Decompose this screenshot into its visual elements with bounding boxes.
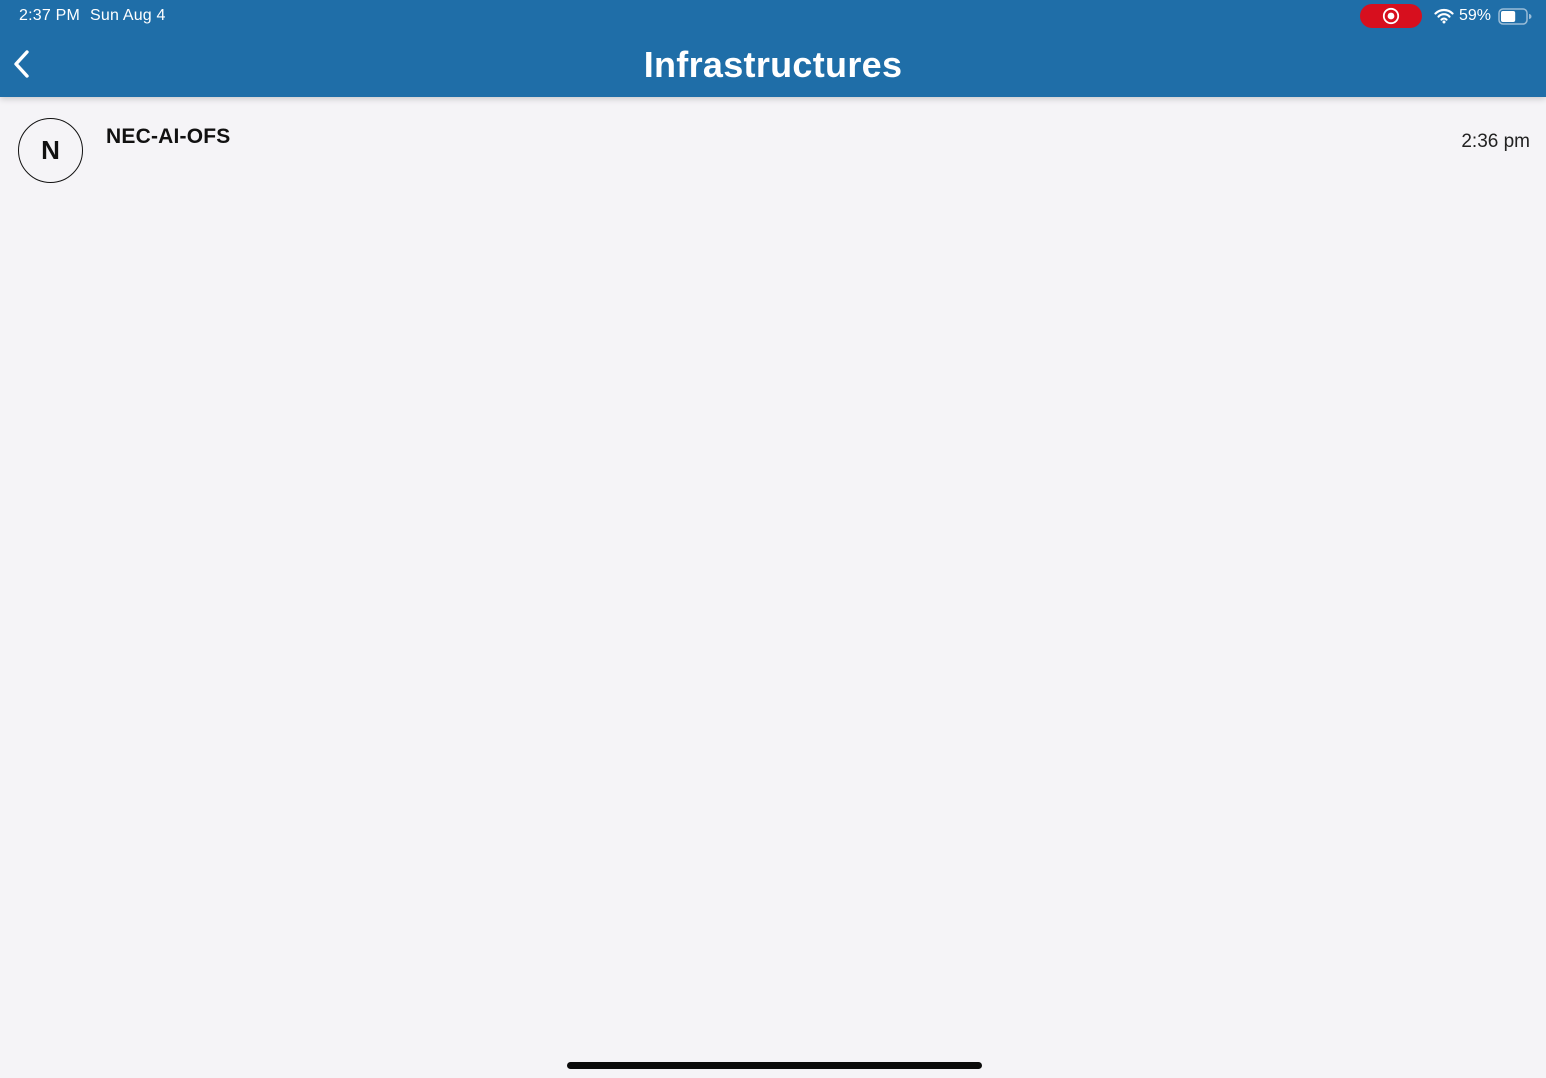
- battery-percentage: 59%: [1458, 7, 1491, 24]
- item-timestamp: 2:36 pm: [1461, 131, 1530, 152]
- avatar: N: [18, 118, 83, 183]
- infrastructure-list: N NEC-AI-OFS 2:36 pm: [0, 97, 1546, 201]
- battery-icon: [1498, 7, 1532, 25]
- status-time: 2:37 PM: [19, 7, 80, 24]
- status-bar-left: 2:37 PM Sun Aug 4: [19, 6, 166, 26]
- page-title: Infrastructures: [643, 44, 903, 85]
- record-icon: [1382, 7, 1400, 25]
- status-bar-right: 59%: [1359, 4, 1532, 28]
- infrastructure-name: NEC-AI-OFS: [106, 125, 231, 148]
- app-header: 2:37 PM Sun Aug 4 59% Infrastructures: [0, 0, 1546, 97]
- list-item[interactable]: N NEC-AI-OFS 2:36 pm: [0, 97, 1546, 201]
- screen: 2:37 PM Sun Aug 4 59% Infrastructures N …: [0, 0, 1546, 1078]
- wifi-icon: [1434, 8, 1454, 24]
- home-indicator[interactable]: [567, 1062, 982, 1069]
- status-date: Sun Aug 4: [90, 7, 166, 24]
- screen-recording-indicator[interactable]: [1359, 4, 1422, 28]
